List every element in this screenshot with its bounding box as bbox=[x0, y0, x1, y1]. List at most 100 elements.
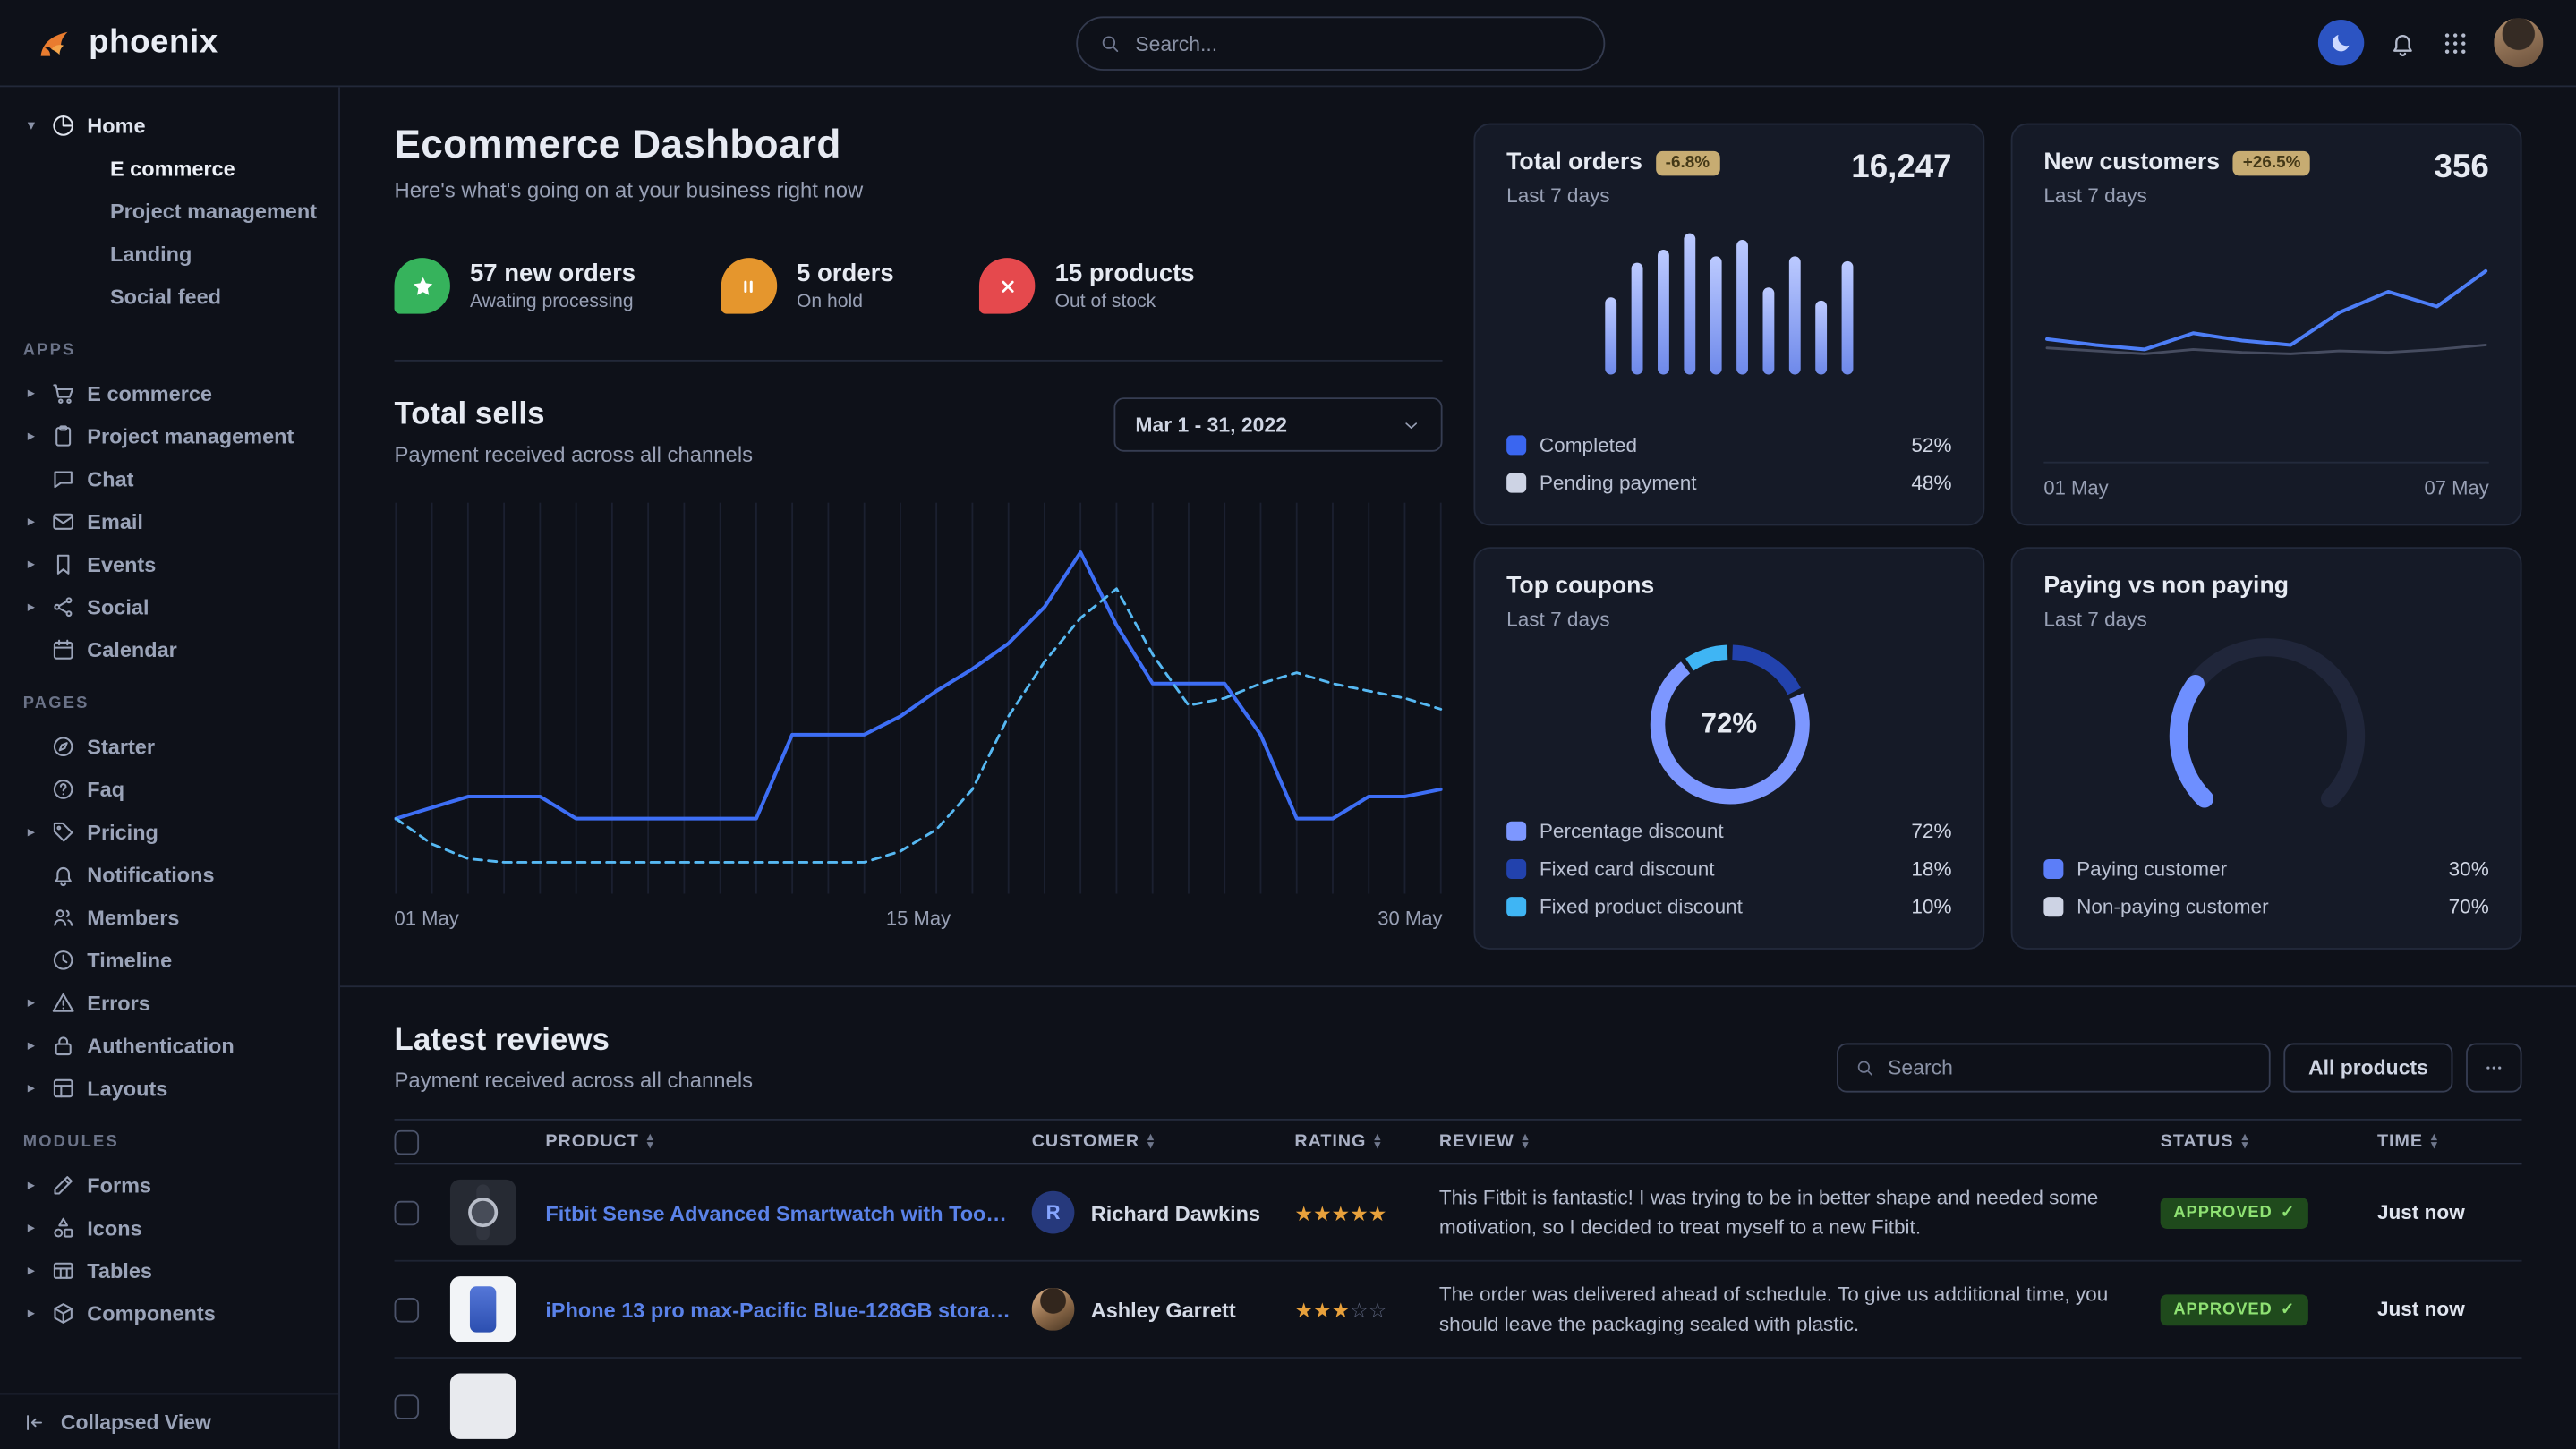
legend-swatch bbox=[1506, 822, 1526, 841]
notifications-button[interactable] bbox=[2389, 29, 2417, 56]
reviews-search[interactable] bbox=[1837, 1044, 2271, 1093]
chart-pie-icon bbox=[51, 113, 76, 138]
sidebar-item-starter[interactable]: Starter bbox=[23, 724, 328, 767]
card-period: Last 7 days bbox=[2043, 608, 2289, 631]
app-root: phoenix ▾HomeE commerceProject managemen… bbox=[0, 0, 2576, 1449]
reviews-search-input[interactable] bbox=[1888, 1056, 2252, 1079]
collapse-view-toggle[interactable]: Collapsed View bbox=[0, 1394, 338, 1449]
customer-name: Ashley Garrett bbox=[1091, 1297, 1236, 1322]
date-range-select[interactable]: Mar 1 - 31, 2022 bbox=[1113, 397, 1442, 452]
sidebar-item-forms[interactable]: ▸Forms bbox=[23, 1163, 328, 1206]
star-filled-icon: ★ bbox=[1350, 1202, 1369, 1225]
column-header-customer[interactable]: CUSTOMER▴▾ bbox=[1032, 1132, 1295, 1152]
review-text: This Fitbit is fantastic! I was trying t… bbox=[1439, 1182, 2161, 1243]
paying-gauge-chart bbox=[2143, 631, 2389, 812]
legend-item-pending-payment: Pending payment48% bbox=[1506, 466, 1951, 499]
row-checkbox[interactable] bbox=[395, 1200, 420, 1225]
sidebar-item-home[interactable]: ▾Home bbox=[23, 104, 328, 147]
all-products-button[interactable]: All products bbox=[2283, 1044, 2452, 1093]
column-header-review[interactable]: REVIEW▴▾ bbox=[1439, 1132, 2161, 1152]
user-avatar[interactable] bbox=[2494, 18, 2543, 67]
sidebar-item-pricing[interactable]: ▸Pricing bbox=[23, 810, 328, 853]
box-icon bbox=[51, 1300, 76, 1325]
sidebar-subitem-project-management[interactable]: Project management bbox=[23, 189, 328, 232]
caret-icon: ▸ bbox=[23, 1036, 39, 1053]
row-checkbox[interactable] bbox=[395, 1297, 420, 1322]
sidebar-subitem-social-feed[interactable]: Social feed bbox=[23, 275, 328, 318]
paying-vs-non-paying-card: Paying vs non paying Last 7 days Paying … bbox=[2011, 547, 2522, 950]
sidebar-item-label: Pricing bbox=[87, 819, 158, 844]
sidebar-item-email[interactable]: ▸Email bbox=[23, 499, 328, 542]
sidebar-item-label: Authentication bbox=[87, 1033, 234, 1058]
sidebar-item-components[interactable]: ▸Components bbox=[23, 1291, 328, 1334]
caret-icon: ▸ bbox=[23, 512, 39, 530]
status-badge: APPROVED✓ bbox=[2161, 1197, 2308, 1228]
global-search[interactable] bbox=[1076, 16, 1605, 71]
brand[interactable]: phoenix bbox=[33, 21, 218, 64]
total-sells-chart bbox=[395, 503, 1443, 894]
customer-avatar: R bbox=[1032, 1191, 1075, 1234]
sidebar-item-chat[interactable]: Chat bbox=[23, 456, 328, 499]
sidebar-section-modules: MODULES bbox=[23, 1133, 328, 1151]
apps-grid-button[interactable] bbox=[2442, 29, 2469, 56]
select-all-checkbox[interactable] bbox=[395, 1129, 420, 1155]
sidebar-item-project-management[interactable]: ▸Project management bbox=[23, 414, 328, 457]
column-header-status[interactable]: STATUS▴▾ bbox=[2161, 1132, 2377, 1152]
star-empty-icon: ☆ bbox=[1369, 1299, 1387, 1322]
reviews-title: Latest reviews bbox=[395, 1024, 754, 1060]
legend-swatch bbox=[1506, 473, 1526, 493]
legend-swatch bbox=[2043, 897, 2063, 916]
main-content: Ecommerce Dashboard Here's what's going … bbox=[340, 87, 2576, 1449]
cart-icon bbox=[51, 380, 76, 405]
legend-label: Fixed product discount bbox=[1540, 895, 1898, 918]
sidebar-item-tables[interactable]: ▸Tables bbox=[23, 1249, 328, 1291]
sidebar-subitem-e-commerce[interactable]: E commerce bbox=[23, 146, 328, 189]
theme-toggle-button[interactable] bbox=[2318, 20, 2364, 65]
sidebar-item-errors[interactable]: ▸Errors bbox=[23, 981, 328, 1024]
sidebar-item-icons[interactable]: ▸Icons bbox=[23, 1206, 328, 1249]
top-coupons-card: Top coupons Last 7 days 72% Percentage d… bbox=[1473, 547, 1984, 950]
sort-icon: ▴▾ bbox=[1523, 1133, 1529, 1149]
search-icon bbox=[1855, 1058, 1874, 1078]
column-header-rating[interactable]: RATING▴▾ bbox=[1294, 1132, 1439, 1152]
sidebar-item-authentication[interactable]: ▸ Authentication bbox=[23, 1024, 328, 1067]
star-filled-icon: ★ bbox=[1294, 1202, 1313, 1225]
legend-value: 18% bbox=[1911, 857, 1951, 881]
sidebar-item-calendar[interactable]: Calendar bbox=[23, 627, 328, 670]
sidebar-item-timeline[interactable]: Timeline bbox=[23, 938, 328, 981]
sidebar-item-label: Icons bbox=[87, 1215, 141, 1240]
caret-icon: ▸ bbox=[23, 1175, 39, 1193]
product-link[interactable]: Fitbit Sense Advanced Smartwatch with To… bbox=[545, 1200, 1011, 1225]
phoenix-logo-icon bbox=[33, 21, 76, 64]
total-sells-title: Total sells bbox=[395, 397, 754, 433]
sidebar-item-label: Social bbox=[87, 594, 149, 619]
sidebar-item-label: Members bbox=[87, 904, 179, 929]
product-thumbnail[interactable] bbox=[450, 1373, 516, 1438]
product-thumbnail[interactable] bbox=[450, 1276, 516, 1342]
card-period: Last 7 days bbox=[1506, 608, 1654, 631]
sidebar-item-layouts[interactable]: ▸Layouts bbox=[23, 1066, 328, 1109]
product-thumbnail[interactable] bbox=[450, 1180, 516, 1245]
star-icon bbox=[395, 258, 450, 313]
global-search-input[interactable] bbox=[1135, 32, 1582, 55]
sidebar-subitem-landing[interactable]: Landing bbox=[23, 232, 328, 275]
reviews-controls: All products bbox=[1837, 1044, 2521, 1093]
sidebar-item-notifications[interactable]: Notifications bbox=[23, 853, 328, 896]
sidebar-item-events[interactable]: ▸Events bbox=[23, 542, 328, 585]
stat-caption: On hold bbox=[797, 293, 894, 312]
sort-icon: ▴▾ bbox=[2242, 1133, 2248, 1149]
mail-icon bbox=[51, 508, 76, 533]
column-header-time[interactable]: TIME▴▾ bbox=[2377, 1132, 2522, 1152]
product-link[interactable]: iPhone 13 pro max-Pacific Blue-128GB sto… bbox=[545, 1297, 1011, 1322]
more-options-button[interactable] bbox=[2466, 1044, 2521, 1093]
sidebar-item-faq[interactable]: Faq bbox=[23, 767, 328, 810]
review-text: The order was delivered ahead of schedul… bbox=[1439, 1279, 2161, 1340]
sidebar-item-label: Faq bbox=[87, 776, 124, 801]
order-bar bbox=[1710, 256, 1722, 375]
sidebar-item-members[interactable]: Members bbox=[23, 895, 328, 938]
star-filled-icon: ★ bbox=[1332, 1299, 1351, 1322]
sidebar-item-e-commerce[interactable]: ▸E commerce bbox=[23, 371, 328, 414]
row-checkbox[interactable] bbox=[395, 1394, 420, 1419]
sidebar-item-social[interactable]: ▸Social bbox=[23, 584, 328, 627]
column-header-product[interactable]: PRODUCT▴▾ bbox=[545, 1132, 1031, 1152]
